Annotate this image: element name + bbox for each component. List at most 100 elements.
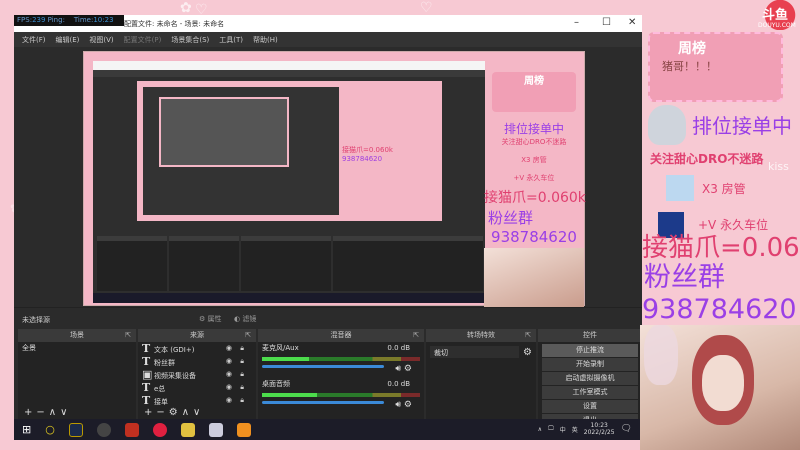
ime-mode[interactable]: 英 <box>572 425 578 434</box>
undock-icon[interactable]: ⇱ <box>125 329 131 342</box>
scenes-toolbar[interactable]: +−∧∨ <box>18 407 136 419</box>
properties-label: 属性 <box>207 315 222 323</box>
lock-icon[interactable]: 🔒︎ <box>240 342 244 355</box>
menu-edit[interactable]: 编辑(E) <box>56 35 80 44</box>
network-icon[interactable]: 🖵︎ <box>548 425 554 433</box>
obs-icon[interactable] <box>96 422 111 437</box>
eye-icon[interactable]: ◉ <box>226 394 232 407</box>
transitions-title: 转场特效 <box>467 331 495 339</box>
settings-button[interactable]: 设置 <box>542 400 638 413</box>
text-icon: T <box>142 394 151 407</box>
menu-profile[interactable]: 配置文件(P) <box>124 35 162 44</box>
transitions-dock: 转场特效 ⇱ 裁切 ⚙ <box>426 329 536 419</box>
source-label: e总 <box>154 385 166 393</box>
lock-icon[interactable]: 🔒︎ <box>240 381 244 394</box>
source-toolbar: 未选择源 ⚙ 属性 ◐ 滤镜 <box>14 307 642 329</box>
properties-button[interactable]: ⚙ 属性 <box>199 314 222 324</box>
menu-tools[interactable]: 工具(T) <box>219 35 243 44</box>
chevron-up-icon[interactable]: ∧ <box>538 426 542 433</box>
nested-perk2: +V 永久车位 <box>513 174 555 182</box>
lock-icon[interactable]: 🔒︎ <box>240 368 244 381</box>
menu-file[interactable]: 文件(F) <box>22 35 46 44</box>
maximize-icon[interactable]: ☐ <box>602 17 611 28</box>
fps-overlay: FPS:239 Ping: Time:10:23 <box>14 15 124 26</box>
menu-help[interactable]: 帮助(H) <box>253 35 278 44</box>
speaker-icon[interactable]: 🔊︎ ⚙ <box>395 400 412 410</box>
perk-moderator: X3 房管 <box>702 182 746 196</box>
volume-slider[interactable] <box>262 401 384 404</box>
start-virtual-camera-button[interactable]: 启动虚拟摄像机 <box>542 372 638 385</box>
mixer-channel-mic: 麦克风/Aux 0.0 dB 🔊︎ ⚙ <box>258 342 424 378</box>
fps-value: 239 <box>32 16 46 24</box>
windows-start-icon[interactable]: ⊞ <box>22 423 31 436</box>
netease-music-icon[interactable] <box>152 422 167 437</box>
price-text: 接猫爪=0.060k <box>642 233 800 263</box>
undock-icon[interactable]: ⇱ <box>413 329 419 342</box>
preview-canvas[interactable]: 接猫爪=0.060k 938784620 周榜 排位接单中 关注甜心DRO不迷路 … <box>83 51 586 310</box>
time-label: Time: <box>73 16 94 24</box>
flower-decoration: ✿ <box>180 0 192 16</box>
clock-date: 2022/2/25 <box>583 429 615 436</box>
studio-mode-button[interactable]: 工作室模式 <box>542 386 638 399</box>
app-icon-ring[interactable]: ○ <box>45 423 55 436</box>
menu-scene-collection[interactable]: 场景集合(S) <box>171 35 209 44</box>
league-icon[interactable] <box>68 422 83 437</box>
status-text: 排位接单中 <box>692 114 792 138</box>
nested-menu-bar <box>93 70 485 77</box>
channel-db: 0.0 dB <box>387 344 410 352</box>
scene-label: 全景 <box>22 344 36 352</box>
filters-button[interactable]: ◐ 滤镜 <box>234 314 256 324</box>
volume-slider[interactable] <box>262 365 384 368</box>
nested-scenes <box>97 236 167 291</box>
source-label: 文本 (GDI+) <box>154 346 195 354</box>
undock-icon[interactable]: ⇱ <box>245 329 251 342</box>
transition-value: 裁切 <box>434 349 448 357</box>
source-item[interactable]: T 接单 ◉ 🔒︎ <box>138 394 256 407</box>
app-icon[interactable] <box>208 422 223 437</box>
sources-toolbar[interactable]: +−⚙∧∨ <box>138 407 256 419</box>
source-item[interactable]: T 粉丝群 ◉ 🔒︎ <box>138 355 256 368</box>
cat-mascot <box>648 105 686 145</box>
start-recording-button[interactable]: 开始录制 <box>542 358 638 371</box>
app-icon[interactable] <box>236 422 251 437</box>
heart-decoration: ♡ <box>420 0 433 16</box>
close-icon[interactable]: ✕ <box>628 17 636 28</box>
title-bar: FPS:239 Ping: Time:10:23 配置文件: 未命名 - 场景:… <box>14 15 642 32</box>
minimize-icon[interactable]: – <box>574 17 579 28</box>
lock-icon[interactable]: 🔒︎ <box>240 394 244 407</box>
controls-title: 控件 <box>583 331 597 339</box>
source-item[interactable]: T 文本 (GDI+) ◉ 🔒︎ <box>138 342 256 355</box>
nested-mixer <box>241 236 331 291</box>
fps-label: FPS: <box>17 16 33 24</box>
speaker-icon[interactable]: 🔊︎ ⚙ <box>395 364 412 374</box>
gear-icon[interactable]: ⚙ <box>523 347 532 358</box>
notification-icon[interactable]: 🗨︎ <box>621 424 632 434</box>
scenes-dock: 场景 ⇱ 全景 +−∧∨ <box>18 329 136 419</box>
rank-entry: 猪哥！！！ <box>662 60 717 73</box>
clock[interactable]: 10:23 2022/2/25 <box>584 422 615 436</box>
douyu-watermark: 斗鱼 <box>762 8 789 23</box>
transition-select[interactable]: 裁切 <box>430 346 520 358</box>
no-source-label: 未选择源 <box>22 316 50 324</box>
menu-view[interactable]: 视图(V) <box>89 35 113 44</box>
undock-icon[interactable]: ⇱ <box>525 329 531 342</box>
nested-taskbar <box>93 293 485 303</box>
nested-perk1: X3 房管 <box>521 156 547 164</box>
app-icon[interactable] <box>180 422 195 437</box>
source-item[interactable]: Te总 ◉ 🔒︎ <box>138 381 256 394</box>
source-item[interactable]: ▣ 视频采集设备 ◉ 🔒︎ <box>138 368 256 381</box>
text-icon: T <box>142 381 151 394</box>
eye-icon[interactable]: ◉ <box>226 368 232 381</box>
scene-item[interactable]: 全景 <box>18 342 136 355</box>
eye-icon[interactable]: ◉ <box>226 381 232 394</box>
stop-streaming-button[interactable]: 停止推流 <box>542 344 638 357</box>
lock-icon[interactable]: 🔒︎ <box>240 355 244 368</box>
transitions-header: 转场特效 ⇱ <box>426 329 536 342</box>
eye-icon[interactable]: ◉ <box>226 342 232 355</box>
ime-indicator[interactable]: 中 <box>560 425 566 434</box>
nested-obs-capture: 接猫爪=0.060k 938784620 <box>93 61 485 303</box>
mixer-header: 混音器 ⇱ <box>258 329 424 342</box>
eye-icon[interactable]: ◉ <box>226 355 232 368</box>
app-icon[interactable] <box>124 422 139 437</box>
obs-window: FPS:239 Ping: Time:10:23 配置文件: 未命名 - 场景:… <box>14 15 642 440</box>
